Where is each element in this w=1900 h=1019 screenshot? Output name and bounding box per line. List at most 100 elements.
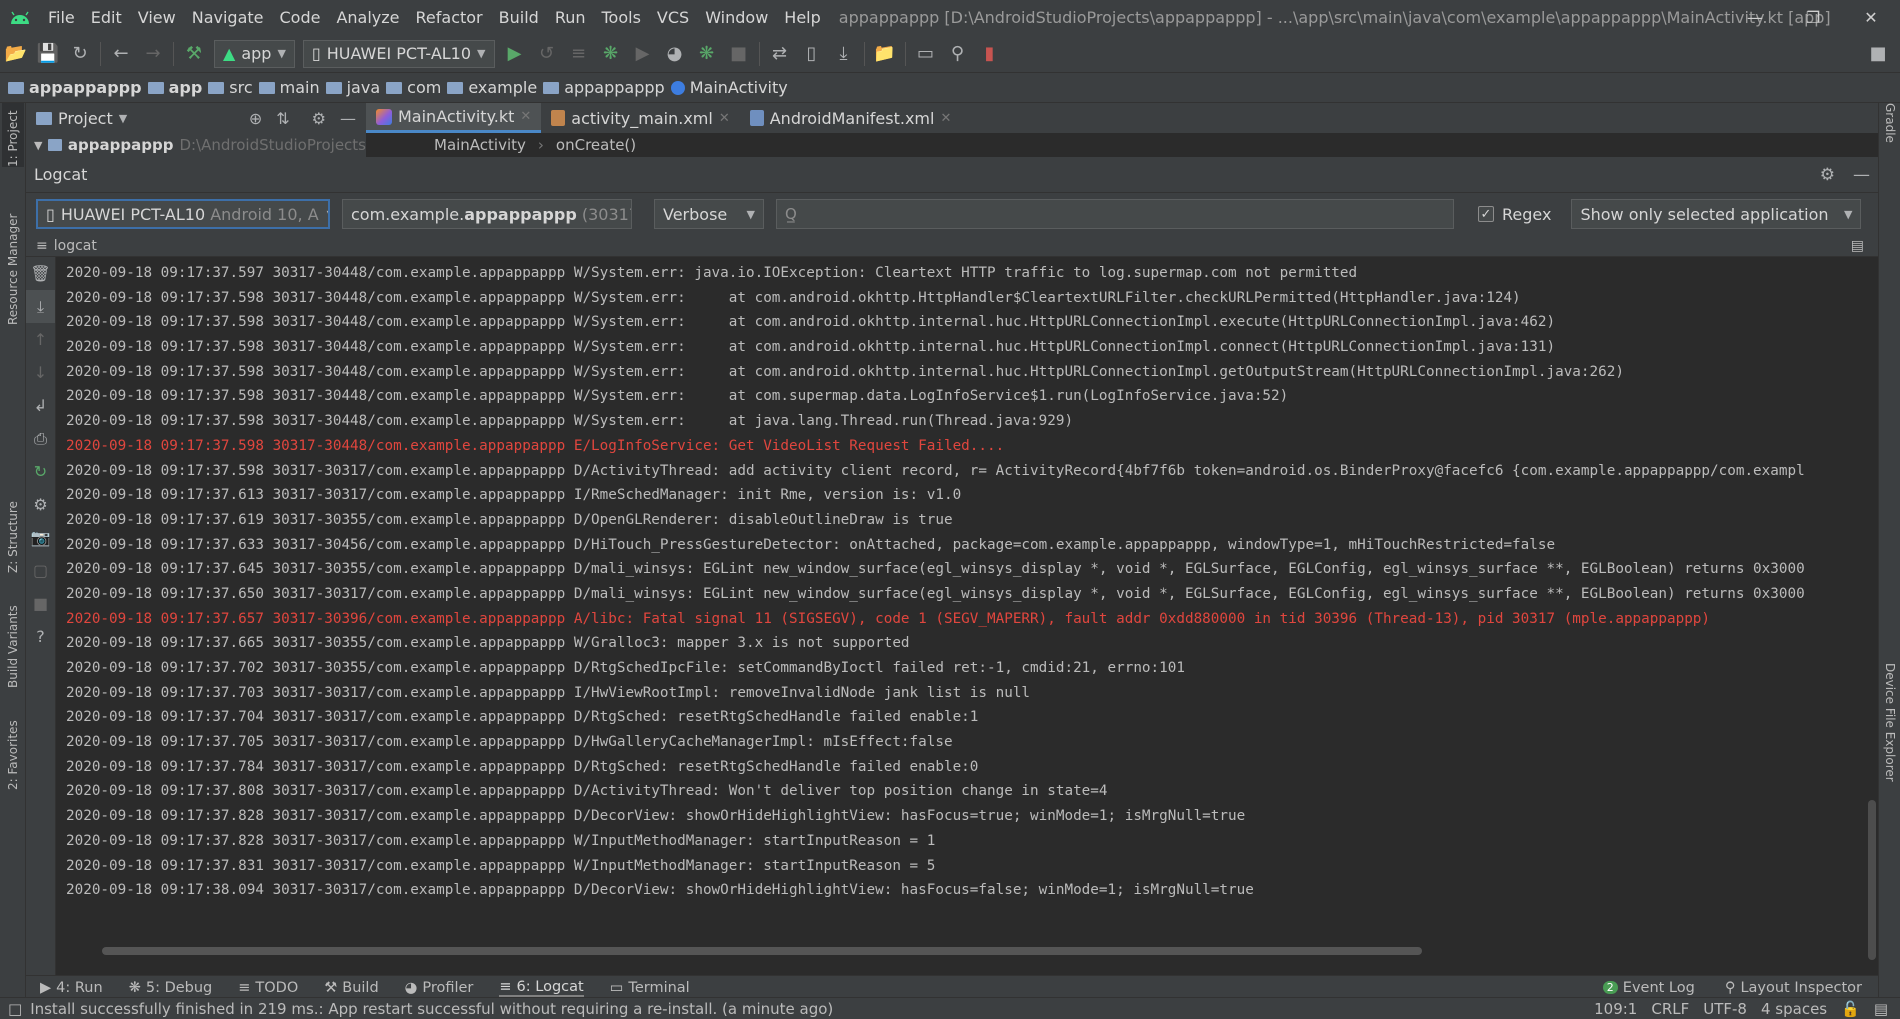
- project-structure-icon[interactable]: 📁: [869, 35, 901, 73]
- device-mirror-icon[interactable]: ▮: [974, 35, 1006, 73]
- tool-window-gradle[interactable]: Gradle: [1880, 103, 1900, 163]
- hide-panel-icon[interactable]: —: [1853, 165, 1870, 185]
- down-arrow-icon[interactable]: ↓: [26, 356, 55, 389]
- menu-run[interactable]: Run: [547, 8, 594, 27]
- breadcrumb-item[interactable]: src: [208, 78, 253, 97]
- layout-toggle-icon[interactable]: ▤: [1851, 238, 1864, 254]
- menu-refactor[interactable]: Refactor: [408, 8, 491, 27]
- tab-event-log[interactable]: 2 Event Log: [1602, 980, 1695, 996]
- menu-analyze[interactable]: Analyze: [328, 8, 407, 27]
- restore-icon[interactable]: ❐: [1784, 0, 1842, 35]
- breadcrumb-item[interactable]: example: [447, 78, 537, 97]
- hide-panel-icon[interactable]: —: [340, 109, 356, 128]
- save-all-icon[interactable]: 💾: [32, 35, 64, 73]
- device-dropdown[interactable]: ▯ HUAWEI PCT-AL10 Android 10, A ▼: [36, 199, 330, 229]
- tab-todo[interactable]: ≡ TODO: [238, 980, 298, 996]
- menu-navigate[interactable]: Navigate: [184, 8, 272, 27]
- print-icon[interactable]: ⎙: [26, 422, 55, 455]
- status-message[interactable]: Install successfully finished in 219 ms.…: [30, 1000, 833, 1018]
- expand-arrow-icon[interactable]: ▼: [34, 139, 42, 152]
- horizontal-scrollbar[interactable]: [102, 947, 1422, 955]
- apply-code-changes-icon[interactable]: ≡: [563, 35, 595, 73]
- open-folder-icon[interactable]: 📂: [0, 35, 32, 73]
- close-tab-icon[interactable]: ✕: [940, 111, 951, 126]
- menu-vcs[interactable]: VCS: [649, 8, 697, 27]
- caret-position[interactable]: 109:1: [1594, 1000, 1637, 1018]
- gradle-sync-icon[interactable]: ⇄: [764, 35, 796, 73]
- forward-icon[interactable]: →: [137, 35, 169, 73]
- breadcrumb-item[interactable]: appappappp: [543, 78, 665, 97]
- menu-file[interactable]: File: [40, 8, 83, 27]
- editor-crumb-class[interactable]: MainActivity: [434, 136, 526, 154]
- close-tab-icon[interactable]: ✕: [719, 111, 730, 126]
- lock-icon[interactable]: 🔓: [1841, 1000, 1860, 1018]
- profile-icon[interactable]: ◕: [659, 35, 691, 73]
- sync-icon[interactable]: ↻: [64, 35, 96, 73]
- settings-gear-icon[interactable]: ⚙: [312, 109, 326, 128]
- restart-icon[interactable]: ↻: [26, 455, 55, 488]
- run-config-select[interactable]: ▲ app ▼: [214, 39, 295, 68]
- user-avatar-icon[interactable]: ■: [1862, 35, 1894, 73]
- vertical-scrollbar[interactable]: [1868, 800, 1876, 960]
- settings-gear-icon[interactable]: ⚙: [1820, 165, 1835, 185]
- screen-record-icon[interactable]: ▢: [26, 554, 55, 587]
- breadcrumb-item[interactable]: java: [325, 78, 380, 97]
- breadcrumb-item[interactable]: MainActivity: [670, 78, 788, 97]
- project-tree-root[interactable]: ▼ appappappp D:\AndroidStudioProjects: [26, 133, 366, 157]
- make-project-icon[interactable]: ⚒: [178, 35, 210, 73]
- menu-view[interactable]: View: [130, 8, 184, 27]
- search-everywhere-icon[interactable]: ⚲: [942, 35, 974, 73]
- tool-window-build-variants[interactable]: Build Variants: [2, 598, 24, 688]
- filter-config-dropdown[interactable]: Show only selected application ▼: [1571, 199, 1862, 229]
- back-icon[interactable]: ←: [105, 35, 137, 73]
- breadcrumb-item[interactable]: main: [258, 78, 320, 97]
- up-arrow-icon[interactable]: ↑: [26, 323, 55, 356]
- indent-setting[interactable]: 4 spaces: [1761, 1000, 1827, 1018]
- project-view-title[interactable]: Project: [58, 109, 113, 128]
- logcat-output[interactable]: 2020-09-18 09:17:37.597 30317-30448/com.…: [58, 257, 1860, 937]
- tool-window-device-file-explorer[interactable]: Device File Explorer: [1880, 663, 1900, 813]
- attach-debugger-icon[interactable]: ▶: [627, 35, 659, 73]
- chevron-down-icon[interactable]: ▼: [119, 112, 127, 125]
- tab-mainactivity[interactable]: MainActivity.kt ✕: [366, 103, 542, 133]
- tab-debug[interactable]: ❋ 5: Debug: [129, 980, 213, 996]
- locate-icon[interactable]: ⊕: [249, 109, 262, 128]
- run-icon[interactable]: ▶: [499, 35, 531, 73]
- trash-icon[interactable]: 🗑: [26, 257, 55, 290]
- terminal-window-icon[interactable]: ▭: [910, 35, 942, 73]
- file-encoding[interactable]: UTF-8: [1703, 1000, 1747, 1018]
- logcat-search-input[interactable]: Q̲: [776, 199, 1454, 229]
- log-level-dropdown[interactable]: Verbose ▼: [654, 199, 764, 229]
- stop-icon[interactable]: ■: [723, 35, 755, 73]
- close-tab-icon[interactable]: ✕: [520, 109, 531, 124]
- settings-gear-icon[interactable]: ⚙: [26, 488, 55, 521]
- soft-wrap-icon[interactable]: ↲: [26, 389, 55, 422]
- menu-edit[interactable]: Edit: [83, 8, 130, 27]
- line-separator[interactable]: CRLF: [1651, 1000, 1689, 1018]
- run-with-coverage-icon[interactable]: ❋: [691, 35, 723, 73]
- avd-manager-icon[interactable]: ▯: [796, 35, 828, 73]
- stop-icon[interactable]: ■: [26, 587, 55, 620]
- tool-window-resource-manager[interactable]: Resource Manager: [2, 195, 24, 325]
- close-icon[interactable]: ✕: [1842, 0, 1900, 35]
- tab-activity-main-xml[interactable]: activity_main.xml ✕: [541, 103, 739, 133]
- editor-crumb-method[interactable]: onCreate(): [556, 136, 636, 154]
- tab-logcat[interactable]: ≡ 6: Logcat: [499, 979, 584, 997]
- checkbox-checked-icon[interactable]: ✓: [1478, 206, 1494, 222]
- tool-window-project[interactable]: 1: Project: [2, 103, 24, 167]
- process-dropdown[interactable]: com.example.appappappp (30317) ▼: [342, 199, 632, 229]
- tab-profiler[interactable]: ◕ Profiler: [405, 980, 474, 996]
- device-select[interactable]: ▯ HUAWEI PCT-AL10 ▼: [302, 39, 495, 68]
- breadcrumb-item[interactable]: appappappp: [8, 78, 142, 97]
- menu-code[interactable]: Code: [272, 8, 329, 27]
- tool-window-favorites[interactable]: 2: Favorites: [2, 710, 24, 790]
- menu-tools[interactable]: Tools: [594, 8, 649, 27]
- tab-run[interactable]: ▶ 4: Run: [40, 980, 103, 996]
- menu-window[interactable]: Window: [697, 8, 776, 27]
- scroll-to-end-icon[interactable]: ⤓: [26, 290, 55, 323]
- minimize-icon[interactable]: —: [1726, 0, 1784, 35]
- tab-terminal[interactable]: ▭ Terminal: [610, 980, 690, 996]
- breadcrumb-item[interactable]: com: [386, 78, 441, 97]
- memory-indicator-icon[interactable]: ▤: [1874, 1000, 1888, 1018]
- collapse-all-icon[interactable]: ⇅: [276, 109, 289, 128]
